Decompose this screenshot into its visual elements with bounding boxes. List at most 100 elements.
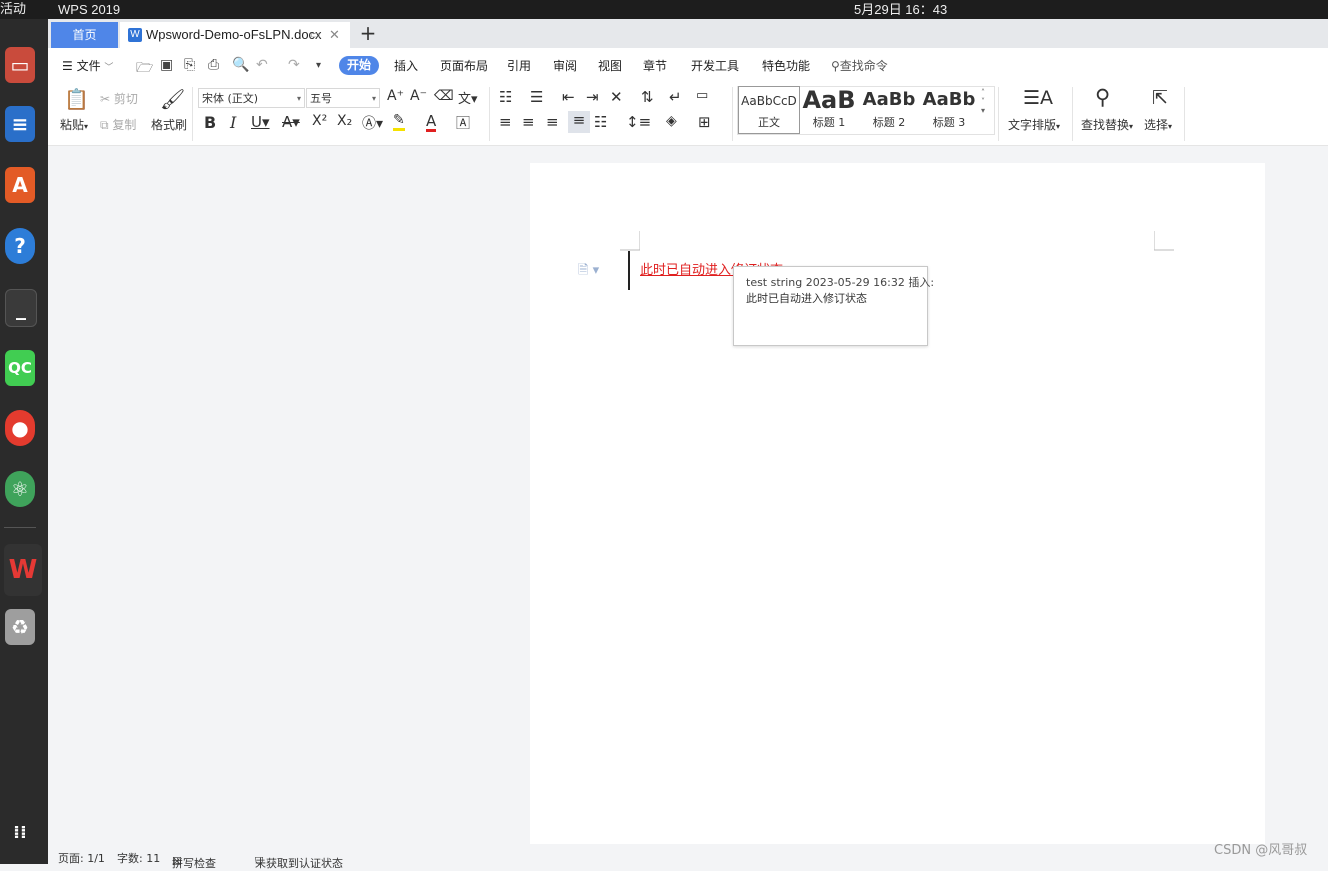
underline-icon[interactable]: U▾: [251, 113, 270, 131]
margin-corner-left: [620, 231, 640, 251]
menu-bar: ☰ 文件 ﹀ 🗁 ▣ ⎘ ⎙ 🔍 ↶ ↷ ▾ 开始 插入 页面布局 引用 审阅 …: [48, 48, 1328, 83]
tab-view[interactable]: 视图: [598, 57, 622, 75]
qt-creator-icon[interactable]: QC: [5, 350, 35, 386]
paragraph-marker-icon[interactable]: 🗎 ▾: [578, 261, 599, 283]
tab-special[interactable]: 特色功能: [762, 57, 810, 75]
ribbon: 📋 粘贴▾ ✂ 剪切 ⧉ 复制 🖌 格式刷 宋体 (正文) ▾ 五号 ▾ A⁺ A⁻…: [48, 83, 1328, 146]
app-name: WPS 2019: [58, 2, 121, 17]
decrease-indent-icon[interactable]: ⇤: [562, 88, 575, 106]
trash-icon[interactable]: ♻: [5, 609, 35, 645]
highlight-icon[interactable]: ✎: [393, 113, 405, 131]
increase-indent-icon[interactable]: ⇥: [586, 88, 599, 106]
chevron-down-icon: ▾: [371, 94, 376, 103]
paste-button[interactable]: 粘贴▾: [60, 116, 88, 133]
tab-home[interactable]: 首页: [51, 22, 118, 48]
find-icon[interactable]: ⚲: [1095, 85, 1110, 109]
copy-button[interactable]: ⧉ 复制: [100, 116, 136, 133]
grow-font-icon[interactable]: A⁺: [387, 88, 404, 104]
file-menu[interactable]: ☰ 文件 ﹀: [62, 57, 113, 77]
tab-chapter[interactable]: 章节: [643, 57, 667, 75]
close-icon[interactable]: ✕: [329, 22, 340, 48]
superscript-icon[interactable]: X²: [312, 113, 327, 129]
files-icon[interactable]: ▭: [5, 47, 35, 83]
tab-developer[interactable]: 开发工具: [691, 57, 739, 75]
font-color-icon[interactable]: A: [426, 113, 437, 132]
tab-page-layout[interactable]: 页面布局: [440, 57, 488, 75]
tab-document[interactable]: W Wpsword-Demo-oFsLPN.docx ▭ ✕: [120, 22, 350, 48]
text-layout-icon[interactable]: ☰A: [1023, 87, 1053, 109]
style-heading-1[interactable]: AaB 标题 1: [800, 86, 858, 132]
terminal-icon[interactable]: _: [5, 289, 37, 327]
style-normal[interactable]: AaBbCcD 正文: [738, 86, 800, 134]
chrome-icon[interactable]: ●: [5, 410, 35, 446]
italic-icon[interactable]: I: [230, 113, 236, 132]
text-layout-button[interactable]: 文字排版▾: [1008, 116, 1060, 133]
revision-tooltip-body: 此时已自动进入修订状态: [746, 292, 867, 305]
new-tab-button[interactable]: +: [357, 22, 379, 46]
line-spacing-icon[interactable]: ↕≡: [626, 113, 651, 131]
writer-icon[interactable]: ≡: [5, 106, 35, 142]
find-replace-button[interactable]: 查找替换▾: [1081, 116, 1133, 133]
chinese-layout-icon[interactable]: ✕: [610, 88, 623, 106]
strikethrough-icon[interactable]: A▾: [282, 113, 300, 131]
chevron-down-icon: ﹀: [104, 63, 114, 73]
print-icon[interactable]: ⎙: [208, 57, 219, 73]
show-marks-icon[interactable]: ↵: [669, 88, 682, 106]
cut-button[interactable]: ✂ 剪切: [100, 90, 138, 107]
tab-references[interactable]: 引用: [507, 57, 531, 75]
align-left-icon[interactable]: ≡: [499, 113, 512, 131]
gallery-scroll-icon[interactable]: ˄ ˅ ▾: [981, 88, 985, 115]
phonetic-icon[interactable]: 文▾: [458, 88, 478, 107]
format-painter-button[interactable]: 格式刷: [151, 116, 187, 133]
tab-document-title: Wpsword-Demo-oFsLPN.docx: [146, 27, 322, 42]
select-button[interactable]: 选择▾: [1144, 116, 1172, 133]
font-name-select[interactable]: 宋体 (正文) ▾: [198, 88, 305, 108]
style-heading-2[interactable]: AaBb 标题 2: [860, 86, 918, 132]
font-size-select[interactable]: 五号 ▾: [306, 88, 380, 108]
pin-icon[interactable]: ▭: [310, 22, 320, 48]
dock: ▭ ≡ A ? _ QC ● ⚛ W ♻ ⁞⁞: [0, 19, 48, 864]
align-right-icon[interactable]: ≡: [546, 113, 559, 131]
export-pdf-icon[interactable]: ⎘: [184, 57, 195, 73]
align-center-icon[interactable]: ≡: [522, 113, 535, 131]
tabs-ruler-icon[interactable]: ▭: [696, 88, 708, 103]
undo-icon[interactable]: ↶: [256, 57, 268, 73]
shrink-font-icon[interactable]: A⁻: [410, 88, 427, 104]
revision-tooltip-header: test string 2023-05-29 16:32 插入:: [746, 276, 935, 289]
open-icon[interactable]: 🗁: [136, 57, 153, 81]
text-effect-icon[interactable]: Ⓐ▾: [362, 113, 383, 133]
activities-label[interactable]: 活动: [0, 0, 26, 19]
atom-icon[interactable]: ⚛: [5, 471, 35, 507]
char-border-icon[interactable]: 🄰: [456, 113, 470, 133]
command-search[interactable]: ⚲查找命令: [831, 57, 888, 75]
software-center-icon[interactable]: A: [5, 167, 35, 203]
wps-icon[interactable]: W: [4, 544, 42, 596]
help-icon[interactable]: ?: [5, 228, 35, 264]
paste-icon[interactable]: 📋: [64, 87, 89, 111]
tab-review[interactable]: 审阅: [553, 57, 577, 75]
shading-icon[interactable]: ◈: [666, 113, 677, 129]
format-painter-icon[interactable]: 🖌: [160, 87, 185, 111]
print-preview-icon[interactable]: 🔍: [232, 57, 249, 73]
app-grid-icon[interactable]: ⁞⁞: [5, 815, 35, 851]
justify-icon[interactable]: ≡: [568, 111, 590, 133]
word-doc-icon: W: [128, 28, 142, 42]
select-cursor-icon[interactable]: ⇱: [1152, 87, 1168, 109]
redo-icon[interactable]: ↷: [288, 57, 300, 73]
style-heading-3[interactable]: AaBb 标题 3: [920, 86, 978, 132]
borders-icon[interactable]: ⊞: [698, 113, 711, 131]
bold-icon[interactable]: B: [204, 113, 216, 132]
customize-chevron-icon[interactable]: ▾: [316, 60, 321, 71]
save-icon[interactable]: ▣: [160, 57, 173, 73]
bullet-list-icon[interactable]: ☷: [499, 88, 512, 106]
tab-start[interactable]: 开始: [339, 56, 379, 75]
clear-format-icon[interactable]: ⌫: [434, 88, 454, 104]
sort-icon[interactable]: ⇅: [641, 88, 654, 106]
distributed-icon[interactable]: ☷: [594, 113, 607, 131]
search-icon: ⚲: [831, 59, 840, 73]
clock[interactable]: 5月29日 16：43: [854, 0, 947, 19]
status-bar: 页面: 1/1 字数: 11 ☒ 拼写检查 ⛉ 未获取到认证状态: [48, 845, 1328, 870]
subscript-icon[interactable]: X₂: [337, 113, 352, 129]
tab-insert[interactable]: 插入: [394, 57, 418, 75]
numbered-list-icon[interactable]: ☰: [530, 88, 543, 106]
